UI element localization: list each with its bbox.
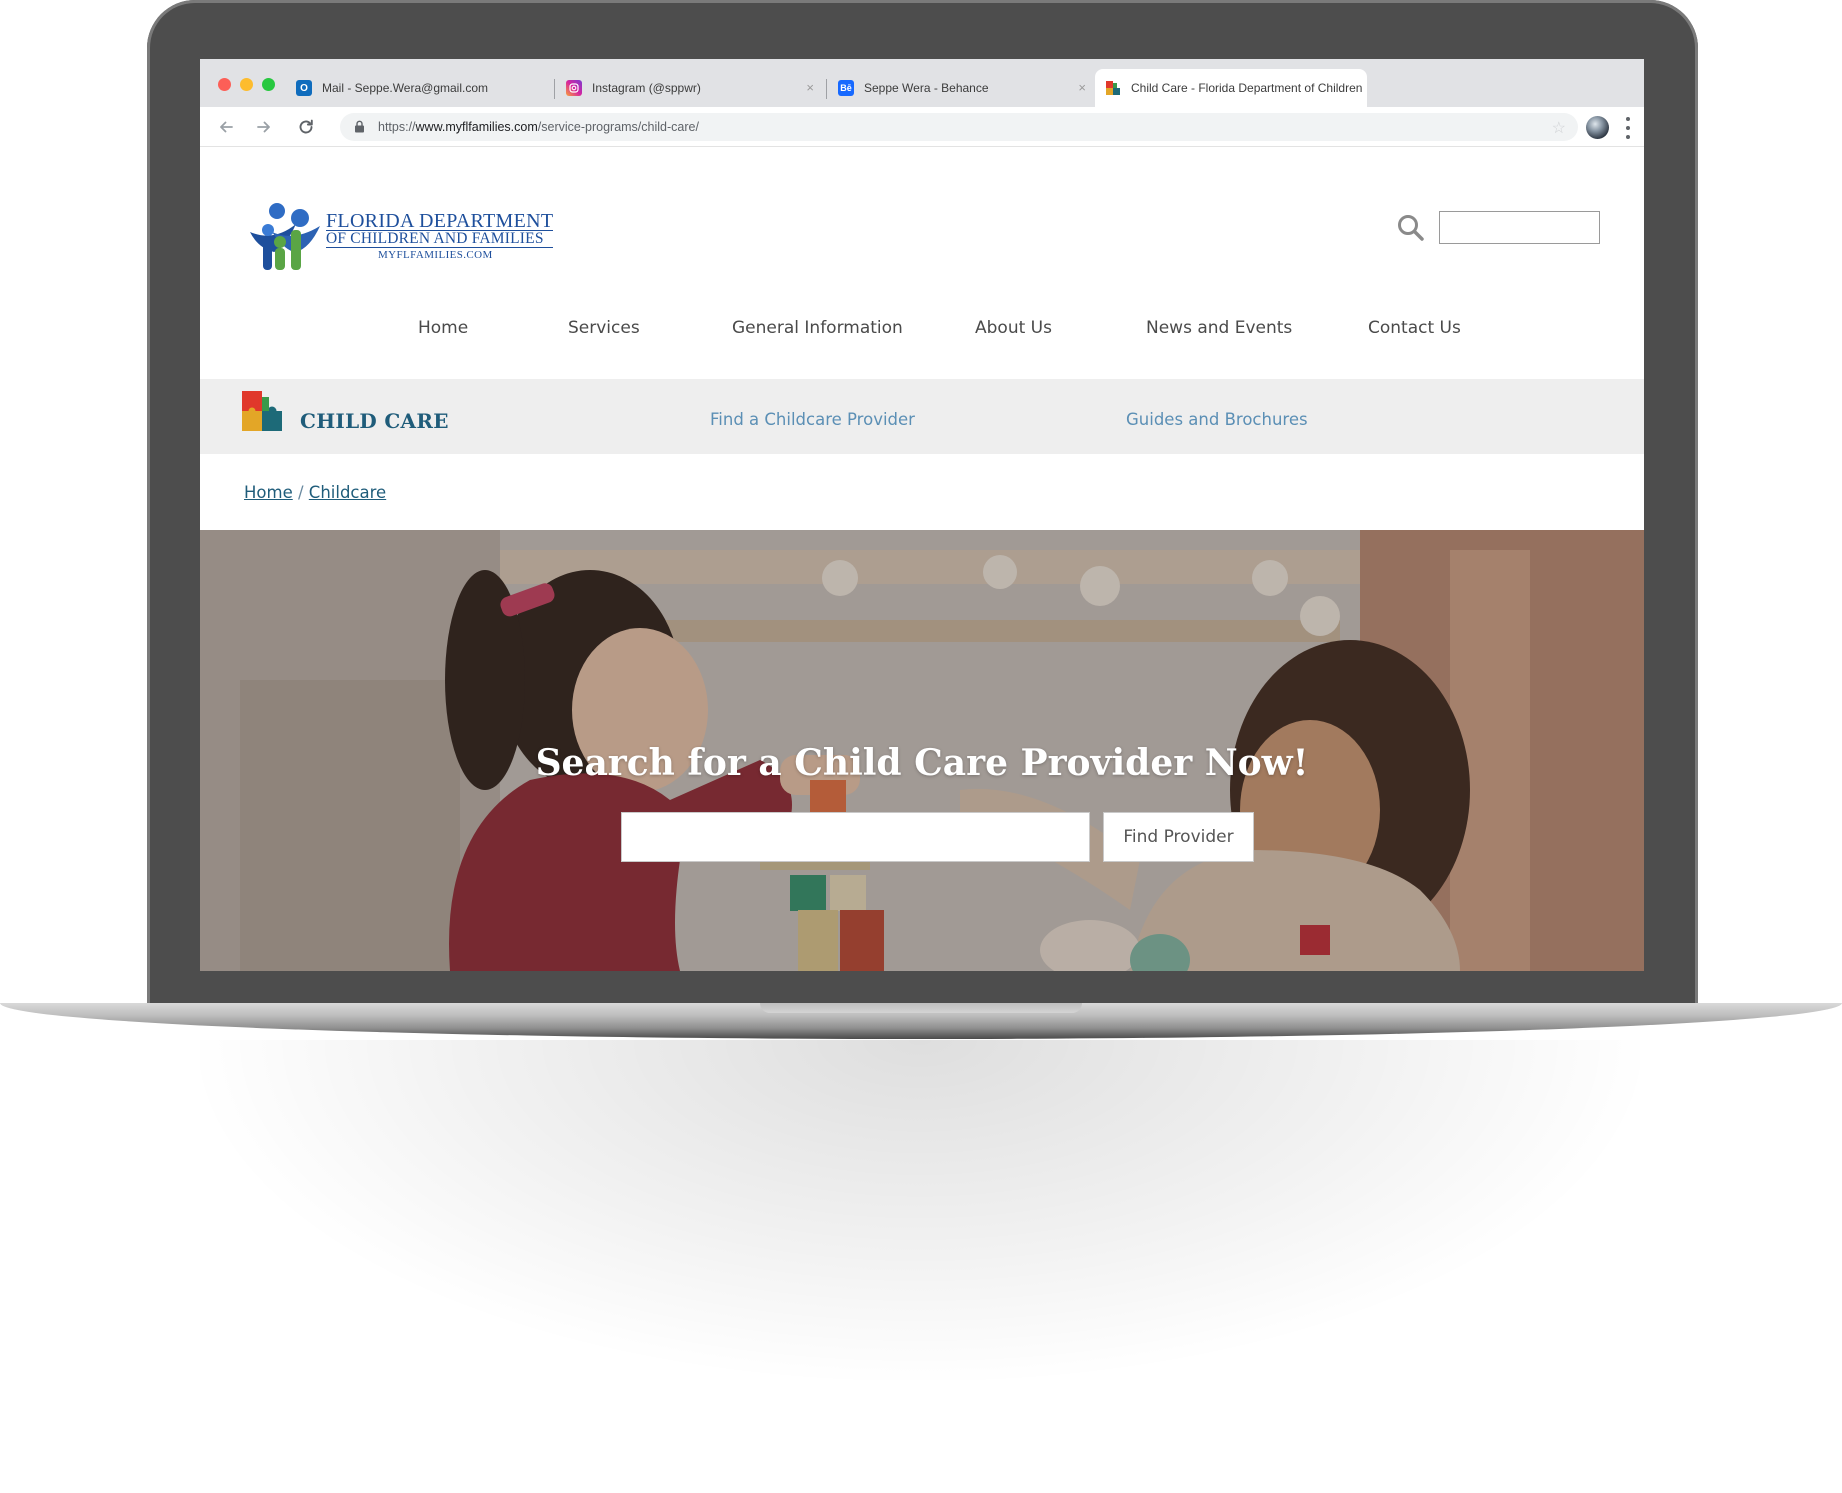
laptop-shadow [200, 1040, 1640, 1380]
nav-news-and-events[interactable]: News and Events [1146, 318, 1292, 338]
breadcrumb-separator: / [297, 483, 304, 502]
minimize-window-button[interactable] [240, 78, 253, 91]
puzzle-icon [240, 389, 284, 438]
tab-instagram[interactable]: Instagram (@sppwr) × [556, 69, 824, 107]
tab-close-icon[interactable]: × [806, 80, 814, 95]
profile-avatar[interactable] [1586, 116, 1609, 139]
reload-icon[interactable] [294, 115, 318, 139]
tab-behance[interactable]: Bē Seppe Wera - Behance × [828, 69, 1096, 107]
nav-services[interactable]: Services [568, 318, 640, 338]
lock-icon [354, 120, 365, 138]
dcf-logo[interactable]: FLORIDA DEPARTMENT OF CHILDREN AND FAMIL… [244, 202, 564, 274]
back-arrow-icon[interactable] [214, 115, 238, 139]
childcare-favicon [1105, 80, 1121, 96]
browser-toolbar: https://www.myflfamilies.com/service-pro… [200, 107, 1644, 147]
guides-and-brochures-link[interactable]: Guides and Brochures [1126, 410, 1308, 429]
site-search-input[interactable] [1439, 211, 1600, 244]
laptop-base-notch [760, 1003, 1082, 1013]
dcf-logo-figures-icon [250, 203, 320, 270]
tab-separator [826, 79, 827, 99]
site-header: FLORIDA DEPARTMENT OF CHILDREN AND FAMIL… [200, 148, 1644, 378]
bookmark-star-icon[interactable]: ☆ [1552, 118, 1566, 138]
close-window-button[interactable] [218, 78, 231, 91]
behance-icon: Bē [838, 80, 854, 96]
breadcrumb-home-link[interactable]: Home [244, 483, 293, 502]
instagram-icon [566, 80, 582, 96]
tab-label: Seppe Wera - Behance [864, 81, 989, 95]
tab-close-icon[interactable]: × [1078, 80, 1086, 95]
tab-separator [554, 79, 555, 99]
section-title: CHILD CARE [300, 409, 449, 433]
nav-about-us[interactable]: About Us [975, 318, 1052, 338]
hero-title: Search for a Child Care Provider Now! [535, 742, 1309, 784]
find-childcare-provider-link[interactable]: Find a Childcare Provider [710, 410, 915, 429]
forward-arrow-icon[interactable] [252, 115, 276, 139]
tab-strip: O Mail - Seppe.Wera@gmail.com Instagram … [200, 59, 1644, 107]
breadcrumb: Home / Childcare [244, 483, 386, 502]
logo-line-2: OF CHILDREN AND FAMILIES [326, 230, 554, 248]
logo-line-1: FLORIDA DEPARTMENT [326, 210, 554, 232]
provider-search-input[interactable] [621, 812, 1090, 862]
nav-contact-us[interactable]: Contact Us [1368, 318, 1461, 338]
url-text: https://www.myflfamilies.com/service-pro… [378, 120, 699, 134]
tab-label: Child Care - Florida Department of Child… [1131, 81, 1363, 95]
address-bar[interactable]: https://www.myflfamilies.com/service-pro… [340, 113, 1578, 141]
tab-mail[interactable]: O Mail - Seppe.Wera@gmail.com [286, 69, 552, 107]
maximize-window-button[interactable] [262, 78, 275, 91]
nav-home[interactable]: Home [418, 318, 468, 338]
tab-label: Mail - Seppe.Wera@gmail.com [322, 81, 489, 95]
breadcrumb-childcare-link[interactable]: Childcare [309, 483, 386, 502]
outlook-icon: O [296, 80, 312, 96]
browser-menu-icon[interactable] [1625, 117, 1631, 139]
search-icon[interactable] [1396, 213, 1426, 248]
logo-line-3: MYFLFAMILIES.COM [378, 249, 493, 261]
tab-child-care[interactable]: Child Care - Florida Department of Child… [1095, 69, 1367, 107]
child-care-section-bar: CHILD CARE Find a Childcare Provider Gui… [200, 379, 1644, 454]
find-provider-button[interactable]: Find Provider [1103, 812, 1254, 862]
nav-general-information[interactable]: General Information [732, 318, 903, 338]
hero-banner: Search for a Child Care Provider Now! Fi… [200, 530, 1644, 971]
tab-label: Instagram (@sppwr) [592, 81, 701, 95]
browser-window: O Mail - Seppe.Wera@gmail.com Instagram … [200, 59, 1644, 971]
